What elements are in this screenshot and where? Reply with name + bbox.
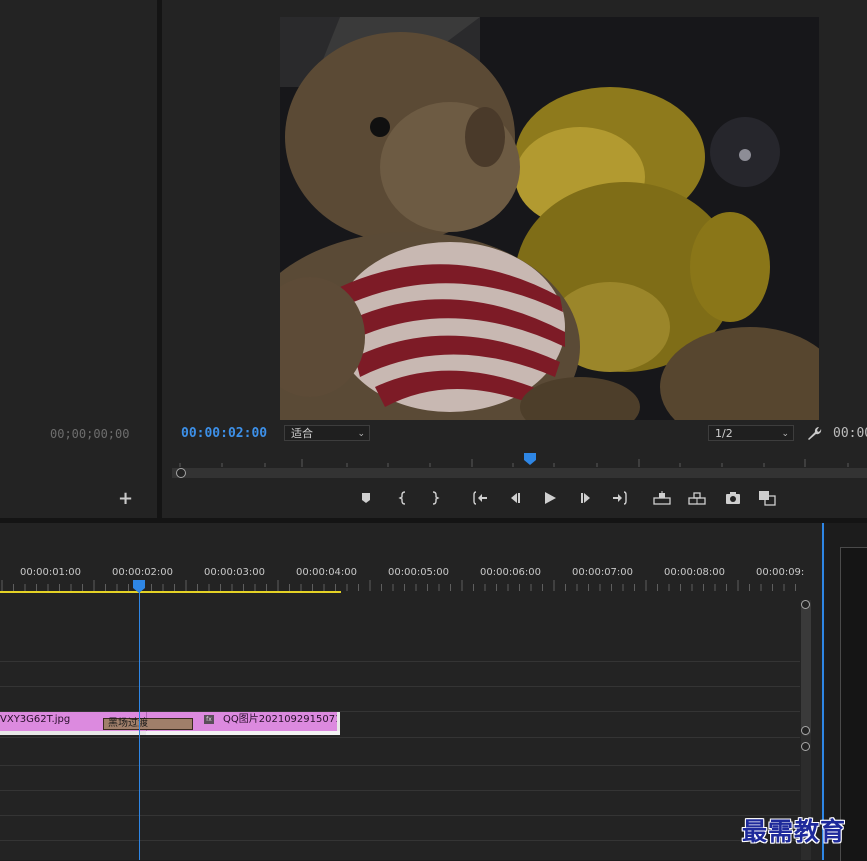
scrollbar-knob[interactable] [801, 742, 810, 751]
export-frame-button[interactable] [723, 488, 743, 508]
program-scroll-handle[interactable] [176, 468, 186, 478]
mark-out-button[interactable] [425, 488, 445, 508]
chevron-down-icon: ⌄ [781, 429, 789, 439]
track-divider [0, 737, 800, 738]
ruler-label: 00:00:04:00 [296, 567, 358, 578]
track-divider [0, 790, 800, 791]
track-divider [0, 686, 800, 687]
comparison-view-button[interactable] [757, 488, 777, 508]
track-divider [0, 815, 800, 816]
go-to-in-button[interactable] [470, 488, 490, 508]
ruler-label: 00:00:01:00 [20, 567, 82, 578]
lift-button[interactable] [652, 488, 672, 508]
program-preview-frame[interactable] [280, 17, 819, 420]
program-duration-timecode: 00:00 [833, 426, 867, 441]
ruler-label: 00:00:06:00 [480, 567, 542, 578]
chevron-down-icon: ⌄ [357, 429, 365, 439]
extract-icon [688, 492, 706, 505]
wrench-icon [808, 426, 822, 440]
preview-image [280, 17, 819, 420]
playback-resolution-select[interactable]: 1/2 ⌄ [708, 425, 794, 441]
go-to-in-icon [473, 491, 487, 505]
timeline-focus-border [822, 523, 824, 860]
scrollbar-bottom-knob[interactable] [801, 726, 810, 735]
clip-name: VXY3G62T.jpg [0, 714, 71, 725]
zoom-level-value: 适合 [291, 427, 313, 440]
go-to-out-button[interactable] [610, 488, 630, 508]
zoom-level-select[interactable]: 适合 ⌄ [284, 425, 370, 441]
ruler-label: 00:00:05:00 [388, 567, 450, 578]
track-divider [0, 765, 800, 766]
marker-icon [362, 493, 370, 503]
step-forward-icon [581, 493, 590, 503]
step-back-icon [511, 493, 520, 503]
scrollbar-thumb[interactable] [801, 600, 811, 736]
program-playhead-timecode[interactable]: 00:00:02:00 [181, 426, 267, 441]
watermark-logo: 最需教育 [742, 817, 847, 846]
comparison-view-icon [759, 491, 776, 506]
settings-button[interactable] [805, 424, 823, 442]
ruler-label: 00:00:07:00 [572, 567, 634, 578]
fx-badge: fx [204, 715, 214, 724]
playhead-marker[interactable] [133, 580, 145, 593]
ruler-label: 00:00:09: [756, 567, 805, 578]
clip-bottom-strip [146, 731, 340, 735]
playhead-line[interactable] [139, 590, 140, 860]
program-scroll-track[interactable] [172, 468, 867, 478]
ruler-label: 00:00:08:00 [664, 567, 726, 578]
step-back-button[interactable] [505, 488, 525, 508]
clip-bottom-strip [0, 731, 147, 735]
track-divider [0, 840, 800, 841]
step-forward-button[interactable] [576, 488, 596, 508]
source-timecode[interactable]: 00;00;00;00 [50, 427, 129, 441]
mark-in-button[interactable] [393, 488, 413, 508]
scrollbar-top-knob[interactable] [801, 600, 810, 609]
work-area-bar[interactable] [0, 591, 341, 593]
playback-resolution-value: 1/2 [715, 427, 733, 440]
program-playhead-marker[interactable] [524, 453, 536, 465]
camera-icon [726, 492, 740, 504]
ruler-label: 00:00:02:00 [112, 567, 174, 578]
go-to-out-icon [613, 491, 627, 505]
track-divider [0, 661, 800, 662]
ruler-label: 00:00:03:00 [204, 567, 266, 578]
mark-in-icon [398, 491, 406, 505]
lift-icon [653, 491, 671, 505]
play-button[interactable] [540, 488, 560, 508]
play-icon [545, 492, 556, 504]
add-marker-button[interactable] [356, 488, 376, 508]
transition-dip-to-black[interactable]: 黑场过渡 [103, 718, 193, 730]
extract-button[interactable] [687, 488, 707, 508]
mark-out-icon [432, 491, 440, 505]
add-button[interactable]: + [118, 490, 133, 508]
